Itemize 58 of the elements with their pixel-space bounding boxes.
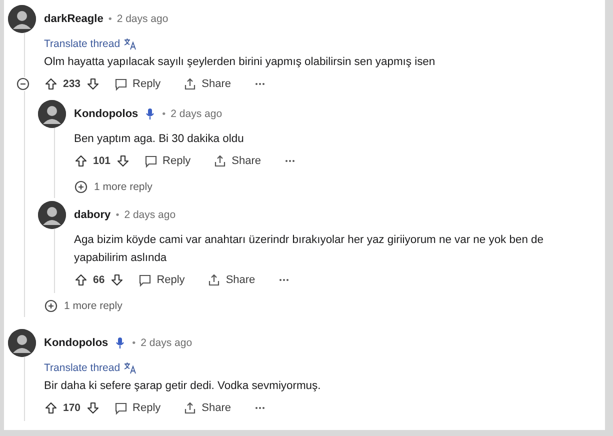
username[interactable]: dabory (74, 209, 111, 221)
share-button[interactable]: Share (212, 154, 262, 168)
vote-count: 233 (63, 78, 81, 90)
comment-icon (114, 401, 128, 415)
share-icon (212, 154, 227, 168)
more-replies-button[interactable]: 1 more reply (74, 176, 152, 198)
timestamp: 2 days ago (140, 337, 192, 349)
downvote-icon (86, 77, 100, 91)
username[interactable]: darkReagle (44, 13, 104, 25)
upvote-icon (74, 154, 88, 168)
avatar (8, 329, 36, 357)
comment-icon (144, 154, 158, 168)
share-icon (182, 77, 197, 91)
reply-button[interactable]: Reply (114, 77, 161, 91)
avatar (38, 201, 66, 229)
share-icon (206, 273, 221, 287)
downvote-icon (86, 401, 100, 415)
comment-text: Bir daha ki sefere şarap getir dedi. Vodka sevmiyormuş. (44, 379, 322, 394)
upvote-icon (74, 273, 88, 287)
plus-circle-icon (74, 180, 88, 194)
downvote-icon (116, 154, 130, 168)
comment-text: Ben yaptım aga. Bi 30 dakika oldu (74, 132, 245, 147)
minus-circle-icon (16, 77, 30, 91)
translate-icon (123, 37, 138, 51)
separator-dot: • (162, 108, 166, 120)
timestamp: 2 days ago (170, 108, 222, 120)
reply-button[interactable]: Reply (144, 154, 191, 168)
share-button[interactable]: Share (206, 273, 256, 287)
comment-text: Aga bizim köyde cami var anahtarı üzerindr bırakıyolar her yaz giriiyorum ne var ne yok ben de yapabilirim aslında (74, 233, 544, 266)
avatar (8, 5, 36, 33)
username[interactable]: Kondopolos (74, 108, 138, 120)
vote-count: 170 (63, 402, 81, 414)
upvote-icon (44, 401, 58, 415)
timestamp: 2 days ago (116, 13, 168, 25)
comment-icon (114, 77, 128, 91)
separator-dot: • (132, 338, 136, 348)
share-button[interactable]: Share (182, 401, 232, 415)
collapse-button[interactable] (16, 77, 30, 91)
share-button[interactable]: Share (182, 77, 232, 91)
translate-link[interactable]: Translate thread (44, 362, 120, 374)
plus-circle-icon (44, 299, 58, 313)
reply-button[interactable]: Reply (114, 401, 161, 415)
translate-link[interactable]: Translate thread (44, 38, 120, 50)
comment-text: Olm hayatta yapılacak sayılı şeylerden birini yapmış olabilirsin sen yapmış isen (44, 55, 436, 70)
downvote-icon (110, 273, 124, 287)
timestamp: 2 days ago (124, 209, 176, 221)
username[interactable]: Kondopolos (44, 337, 108, 349)
comment-icon (138, 273, 152, 287)
separator-dot: • (108, 14, 112, 24)
upvote-icon (44, 77, 58, 91)
translate-icon (123, 361, 138, 375)
reply-button[interactable]: Reply (138, 273, 185, 287)
more-replies-button[interactable]: 1 more reply (44, 295, 122, 317)
vote-count: 101 (93, 155, 111, 167)
share-icon (182, 401, 197, 415)
separator-dot: • (116, 210, 120, 220)
vote-count: 66 (93, 274, 105, 286)
avatar (38, 100, 66, 128)
